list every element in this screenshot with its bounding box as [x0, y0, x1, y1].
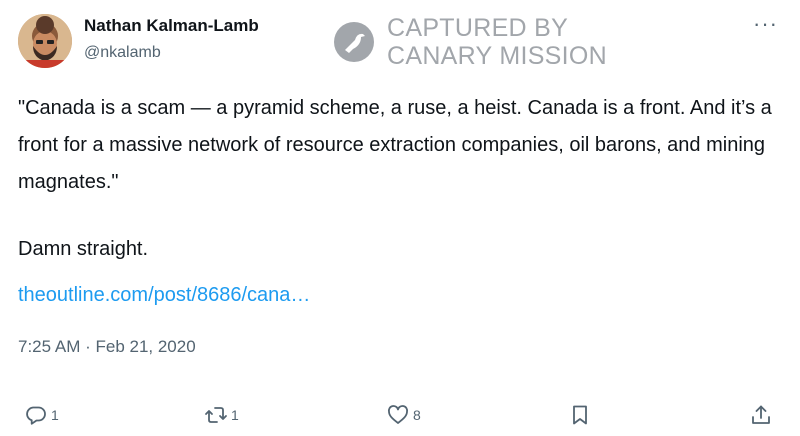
like-button[interactable]: 8	[386, 397, 421, 433]
author-handle[interactable]: @nkalamb	[84, 44, 161, 62]
tweet-quote: "Canada is a scam — a pyramid scheme, a …	[18, 97, 778, 193]
retweet-count: 1	[231, 407, 239, 423]
share-icon	[752, 405, 770, 424]
reply-count: 1	[51, 407, 59, 423]
more-horizontal-icon[interactable]: ···	[753, 13, 778, 35]
tweet-card: Nathan Kalman-Lamb @nkalamb CAPTURED BY …	[0, 0, 800, 436]
reply-icon	[26, 406, 46, 425]
avatar[interactable]	[18, 14, 72, 68]
heart-icon	[387, 405, 409, 424]
tweet-link[interactable]: theoutline.com/post/8686/cana…	[18, 284, 310, 307]
share-button[interactable]	[749, 397, 773, 433]
tweet-text: "Canada is a scam — a pyramid scheme, a …	[18, 90, 778, 268]
action-bar: 1 1 8	[0, 397, 800, 433]
avatar-image	[18, 14, 72, 68]
watermark-line1: CAPTURED BY	[387, 14, 569, 42]
tweet-comment: Damn straight.	[18, 238, 149, 260]
author-name[interactable]: Nathan Kalman-Lamb	[84, 16, 259, 36]
canary-bird-icon	[333, 21, 375, 63]
like-count: 8	[413, 407, 421, 423]
reply-button[interactable]: 1	[24, 397, 59, 433]
canary-mission-watermark: CAPTURED BY CANARY MISSION	[333, 14, 607, 70]
retweet-icon	[205, 407, 227, 423]
watermark-line2: CANARY MISSION	[387, 42, 607, 70]
bookmark-button[interactable]	[568, 397, 592, 433]
retweet-button[interactable]: 1	[204, 397, 239, 433]
tweet-timestamp[interactable]: 7:25 AM · Feb 21, 2020	[18, 337, 196, 357]
bookmark-icon	[573, 405, 587, 425]
